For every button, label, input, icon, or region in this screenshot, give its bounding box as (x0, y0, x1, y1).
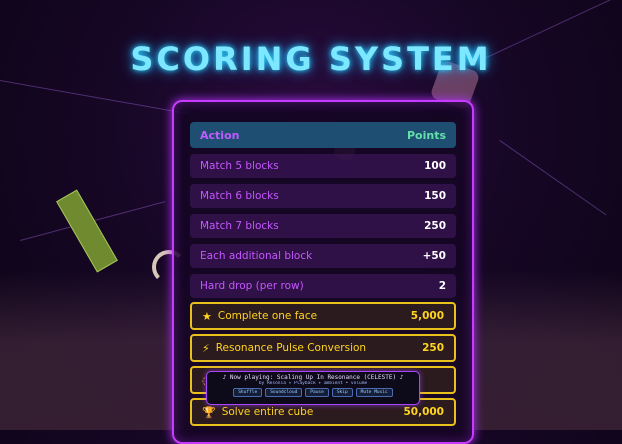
table-header: Action Points (190, 122, 456, 148)
row-label: Match 6 blocks (200, 190, 279, 202)
now-playing-subtitle: by Resonia ✦ Playback ✦ ambient • volume (258, 381, 368, 386)
row-label: Resonance Pulse Conversion (215, 342, 367, 354)
page-title: SCORING SYSTEM (130, 40, 492, 78)
light-beam (20, 201, 166, 241)
music-controls: Shuffle Soundcloud Pause Skip Mute Music (211, 388, 415, 397)
table-row: Match 7 blocks 250 (190, 214, 456, 238)
row-value: 250 (422, 342, 444, 354)
special-row: ⚡ Resonance Pulse Conversion 250 (190, 334, 456, 362)
row-value: +50 (422, 250, 446, 262)
star-icon: ★ (202, 309, 212, 323)
pause-button[interactable]: Pause (305, 388, 329, 397)
table-row: Each additional block +50 (190, 244, 456, 268)
now-playing-toast: ♪ Now playing: Scaling Up In Resonance (… (206, 371, 420, 405)
mute-music-button[interactable]: Mute Music (355, 388, 393, 397)
row-label: Complete one face (217, 310, 318, 322)
row-value: 250 (424, 220, 446, 232)
row-label: Match 7 blocks (200, 220, 279, 232)
light-beam (0, 80, 197, 116)
floating-block (56, 189, 118, 273)
row-value: 50,000 (403, 406, 444, 418)
now-playing-title: ♪ Now playing: Scaling Up In Resonance (… (222, 374, 404, 381)
lightning-icon: ⚡ (202, 341, 210, 355)
light-beam (499, 140, 607, 216)
skip-button[interactable]: Skip (331, 388, 353, 397)
soundcloud-button[interactable]: Soundcloud (265, 388, 303, 397)
table-row: Match 6 blocks 150 (190, 184, 456, 208)
header-action: Action (200, 128, 240, 142)
row-value: 150 (424, 190, 446, 202)
table-row: Hard drop (per row) 2 (190, 274, 456, 298)
row-value: 100 (424, 160, 446, 172)
row-label: Hard drop (per row) (200, 280, 304, 292)
row-label: Solve entire cube (221, 406, 314, 418)
row-value: 5,000 (410, 310, 444, 322)
row-label: Each additional block (200, 250, 313, 262)
row-label: Match 5 blocks (200, 160, 279, 172)
table-row: Match 5 blocks 100 (190, 154, 456, 178)
trophy-icon: 🏆 (202, 405, 216, 419)
header-points: Points (406, 128, 446, 142)
shuffle-button[interactable]: Shuffle (233, 388, 263, 397)
row-value: 2 (438, 280, 446, 292)
special-row: ★ Complete one face 5,000 (190, 302, 456, 330)
